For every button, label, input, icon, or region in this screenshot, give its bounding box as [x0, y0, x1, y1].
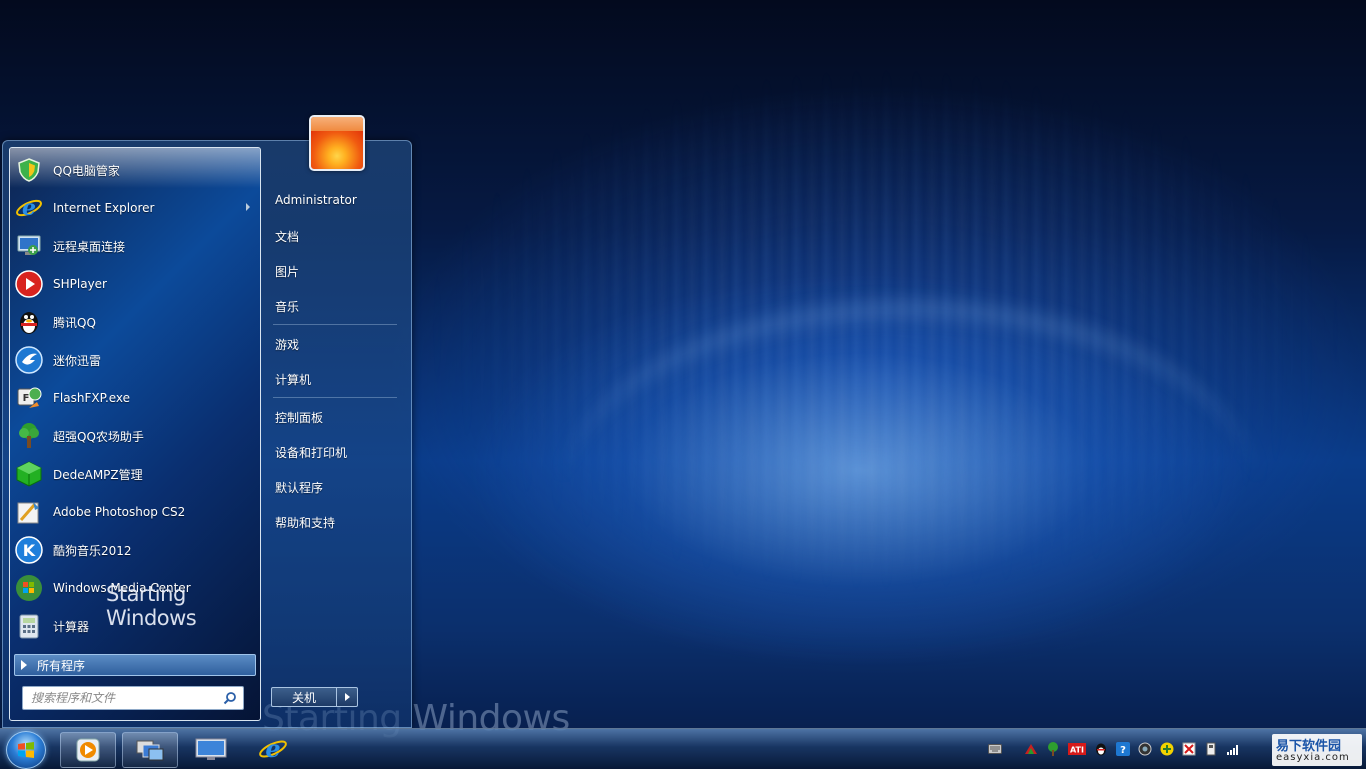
svg-text:ATI: ATI	[1070, 746, 1084, 755]
site-watermark-logo: 易下软件园 easyxia.com	[1272, 734, 1362, 766]
program-label: Adobe Photoshop CS2	[53, 505, 186, 519]
program-qq-pc-manager[interactable]: QQ电脑管家	[10, 151, 260, 189]
svg-text:?: ?	[1120, 745, 1126, 756]
qq-pc-manager-icon	[14, 155, 44, 185]
program-label: 计算器	[53, 619, 90, 634]
program-list: QQ电脑管家 e Internet Explorer 远程桌面连接 SHPlay…	[10, 151, 260, 645]
plus-icon[interactable]	[1160, 742, 1174, 756]
media-center-icon	[14, 573, 44, 603]
internet-explorer-icon: e	[259, 734, 287, 763]
system-tray: ATI ?	[984, 729, 1244, 769]
signal-icon[interactable]	[1226, 742, 1240, 756]
shplayer-icon	[14, 269, 44, 299]
program-label: 腾讯QQ	[53, 315, 96, 330]
show-desktop-icon	[195, 738, 227, 760]
start-button[interactable]	[6, 731, 46, 769]
submenu-arrow-icon[interactable]	[246, 203, 250, 211]
usb-icon[interactable]	[1204, 742, 1218, 756]
svg-text:K: K	[23, 541, 36, 560]
program-label: Internet Explorer	[53, 201, 155, 215]
taskbar-window-switcher[interactable]	[122, 732, 178, 768]
internet-explorer-icon: e	[14, 193, 44, 223]
places-pane: Administrator 文档 图片 音乐 游戏 计算机 控制面板 设备和打印…	[265, 115, 411, 727]
taskbar: e ATI ?	[0, 728, 1366, 769]
taskbar-internet-explorer[interactable]: e	[246, 732, 300, 766]
flag-icon[interactable]	[1182, 742, 1196, 756]
photoshop-icon	[14, 497, 44, 527]
kugou-icon: K	[14, 535, 44, 565]
program-label: 迷你迅雷	[53, 353, 102, 368]
ati-icon[interactable]: ATI	[1068, 742, 1086, 756]
taskbar-show-desktop[interactable]	[184, 732, 238, 766]
search-icon[interactable]	[223, 691, 237, 705]
logo-line-2: easyxia.com	[1276, 752, 1350, 763]
program-qq-farm-helper[interactable]: 超强QQ农场助手	[10, 417, 260, 455]
windows-logo-icon	[18, 742, 34, 758]
thunder-icon	[14, 345, 44, 375]
farm-tree-icon	[14, 421, 44, 451]
svg-text:e: e	[265, 734, 280, 763]
svg-text:F: F	[23, 393, 30, 404]
program-remote-desktop[interactable]: 远程桌面连接	[10, 227, 260, 265]
chevron-right-icon	[344, 693, 350, 701]
program-label: QQ电脑管家	[53, 163, 120, 178]
start-menu: QQ电脑管家 e Internet Explorer 远程桌面连接 SHPlay…	[2, 115, 412, 728]
qq-penguin-icon	[14, 307, 44, 337]
calculator-icon	[14, 611, 44, 641]
program-photoshop[interactable]: Adobe Photoshop CS2	[10, 493, 260, 531]
dedeampz-cube-icon	[14, 459, 44, 489]
window-switcher-icon	[136, 740, 164, 761]
menu-item-devices-printers[interactable]: 设备和打印机	[275, 444, 347, 461]
starting-windows-overlay: Starting Windows	[106, 582, 197, 630]
program-label: FlashFXP.exe	[53, 391, 131, 405]
svg-text:e: e	[22, 195, 36, 221]
camera-icon[interactable]	[1138, 742, 1152, 756]
all-programs-button[interactable]: 所有程序	[14, 654, 256, 676]
menu-item-games[interactable]: 游戏	[275, 336, 299, 353]
menu-item-documents[interactable]: 文档	[275, 228, 299, 245]
search-input[interactable]	[23, 690, 223, 706]
menu-item-user[interactable]: Administrator	[275, 193, 357, 207]
menu-item-control-panel[interactable]: 控制面板	[275, 409, 323, 426]
menu-item-default-programs[interactable]: 默认程序	[275, 479, 323, 496]
search-box[interactable]	[22, 686, 244, 710]
program-dedeampz[interactable]: DedeAMPZ管理	[10, 455, 260, 493]
network-icon[interactable]	[1024, 742, 1038, 756]
program-label: SHPlayer	[53, 277, 107, 291]
program-label: 超强QQ农场助手	[53, 429, 144, 444]
program-flashfxp[interactable]: F FlashFXP.exe	[10, 379, 260, 417]
program-label: DedeAMPZ管理	[53, 467, 143, 482]
media-player-icon	[76, 738, 100, 762]
menu-item-computer[interactable]: 计算机	[275, 371, 311, 388]
program-shplayer[interactable]: SHPlayer	[10, 265, 260, 303]
program-tencent-qq[interactable]: 腾讯QQ	[10, 303, 260, 341]
program-internet-explorer[interactable]: e Internet Explorer	[10, 189, 260, 227]
menu-item-music[interactable]: 音乐	[275, 298, 299, 315]
shutdown-button[interactable]: 关机	[271, 687, 337, 707]
divider	[273, 397, 397, 398]
help-icon[interactable]: ?	[1116, 742, 1130, 756]
remote-desktop-icon	[14, 231, 44, 261]
program-label: 远程桌面连接	[53, 239, 126, 254]
menu-item-pictures[interactable]: 图片	[275, 263, 299, 280]
expand-arrow-icon	[21, 660, 27, 670]
program-mini-thunder[interactable]: 迷你迅雷	[10, 341, 260, 379]
program-label: 酷狗音乐2012	[53, 543, 132, 558]
user-avatar[interactable]	[309, 115, 365, 171]
shutdown-options-button[interactable]	[337, 687, 358, 707]
menu-item-help-support[interactable]: 帮助和支持	[275, 514, 335, 531]
program-kugou-music[interactable]: K 酷狗音乐2012	[10, 531, 260, 569]
qq-icon[interactable]	[1094, 742, 1108, 756]
all-programs-label: 所有程序	[37, 658, 86, 673]
divider	[273, 324, 397, 325]
taskbar-media-player[interactable]	[60, 732, 116, 768]
aurora-arc	[560, 300, 1260, 698]
tree-icon[interactable]	[1046, 742, 1060, 756]
shutdown-group: 关机	[271, 687, 358, 707]
keyboard-icon[interactable]	[988, 742, 1002, 756]
flashfxp-icon: F	[14, 383, 44, 413]
program-list-pane: QQ电脑管家 e Internet Explorer 远程桌面连接 SHPlay…	[9, 147, 261, 721]
